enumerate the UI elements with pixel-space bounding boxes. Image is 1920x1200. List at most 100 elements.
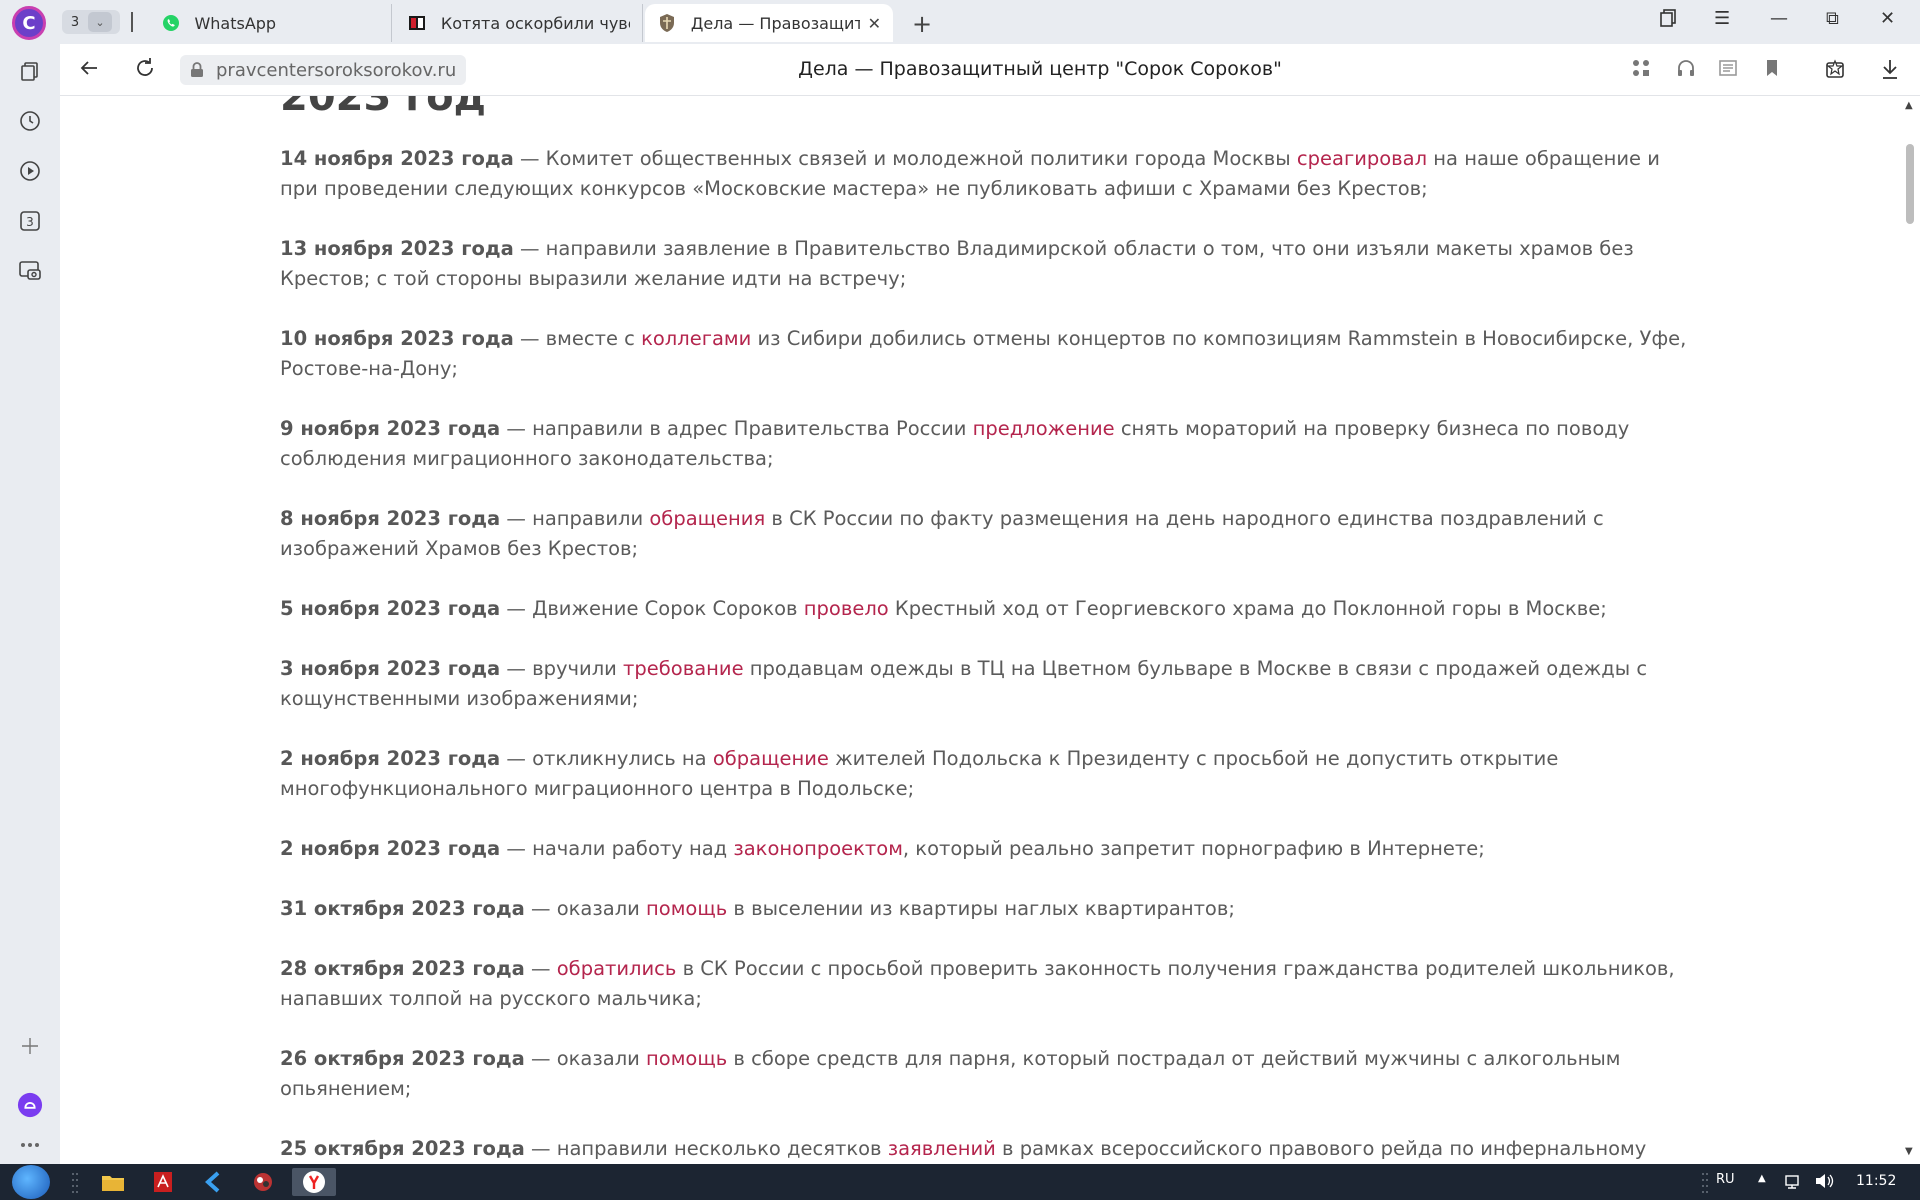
entry-date: 13 ноября 2023 года: [280, 237, 514, 260]
windows-taskbar: RU ▲ 11:52: [0, 1164, 1920, 1200]
tab-separator: [131, 12, 133, 32]
entry-date: 3 ноября 2023 года: [280, 657, 501, 680]
page-title: Дела — Правозащитный центр "Сорок Сороко…: [798, 58, 1282, 80]
entry-text: , который реально запретит порнографию в…: [902, 837, 1485, 860]
news-site-icon: [407, 13, 427, 33]
app-icon[interactable]: [248, 1168, 278, 1196]
shield-icon: [657, 13, 677, 33]
entry-text: — направили в адрес Правительства России: [500, 417, 973, 440]
grip-icon: [60, 1168, 90, 1196]
headphones-icon[interactable]: [1676, 58, 1698, 80]
entry-link[interactable]: обращения: [649, 507, 765, 530]
news-entry: 26 октября 2023 года — оказали помощь в …: [280, 1044, 1690, 1104]
entry-link[interactable]: обращение: [713, 747, 829, 770]
screenshot-icon[interactable]: [17, 258, 43, 284]
video-icon[interactable]: [17, 158, 43, 184]
tab-title: WhatsApp: [194, 13, 277, 33]
downloads-icon[interactable]: [1880, 58, 1902, 80]
scroll-up-icon[interactable]: ▲: [1905, 100, 1913, 111]
reload-icon[interactable]: [134, 57, 156, 85]
entry-link[interactable]: предложение: [973, 417, 1115, 440]
entry-date: 2 ноября 2023 года: [280, 837, 501, 860]
close-window-icon[interactable]: ✕: [1880, 8, 1895, 29]
clock[interactable]: 11:52: [1856, 1173, 1896, 1189]
close-tab-icon[interactable]: ✕: [868, 14, 881, 33]
entry-link[interactable]: коллегами: [641, 327, 751, 350]
yandex-browser-icon[interactable]: [292, 1168, 336, 1196]
news-entries: 14 ноября 2023 года — Комитет общественн…: [280, 144, 1690, 1164]
history-icon[interactable]: [17, 108, 43, 134]
year-heading: 2023 год: [280, 96, 486, 120]
entry-text: — вместе с: [513, 327, 642, 350]
url-field[interactable]: pravcentersoroksorokov.ru: [180, 55, 467, 85]
entry-date: 28 октября 2023 года: [280, 957, 525, 980]
news-entry: 9 ноября 2023 года — направили в адрес П…: [280, 414, 1690, 474]
dev-tool-icon[interactable]: [198, 1168, 228, 1196]
entry-date: 8 ноября 2023 года: [280, 507, 501, 530]
profile-avatar[interactable]: C: [12, 6, 46, 40]
translate-icon[interactable]: [1718, 58, 1740, 80]
tab-title: Дела — Правозащитный: [690, 13, 860, 33]
entry-date: 5 ноября 2023 года: [280, 597, 501, 620]
collections-icon[interactable]: [1824, 58, 1846, 80]
scroll-down-icon[interactable]: ▼: [1905, 1146, 1913, 1157]
new-tab-icon[interactable]: +: [912, 10, 932, 38]
network-icon[interactable]: [1784, 1173, 1804, 1193]
start-button[interactable]: [12, 1165, 50, 1199]
news-entry: 5 ноября 2023 года — Движение Сорок Соро…: [280, 594, 1690, 624]
reader-mode-icon[interactable]: [1631, 58, 1653, 80]
entry-link[interactable]: заявлений: [888, 1137, 996, 1160]
tray-expand-icon[interactable]: ▲: [1758, 1173, 1766, 1184]
entry-text: — направили несколько десятков: [524, 1137, 888, 1160]
restore-icon[interactable]: ⧉: [1826, 8, 1839, 29]
entry-text: — начали работу над: [500, 837, 734, 860]
language-indicator[interactable]: RU: [1716, 1172, 1735, 1187]
add-icon[interactable]: [17, 1033, 43, 1059]
tab-count-icon[interactable]: 3: [17, 208, 43, 234]
bookmark-icon[interactable]: [1762, 58, 1784, 80]
more-icon[interactable]: [17, 1132, 43, 1158]
entry-text: — направили: [500, 507, 650, 530]
entry-link[interactable]: требование: [623, 657, 744, 680]
scrollbar[interactable]: ▲ ▼: [1900, 96, 1920, 1164]
news-entry: 3 ноября 2023 года — вручили требование …: [280, 654, 1690, 714]
entry-date: 14 ноября 2023 года: [280, 147, 514, 170]
entry-text: — вручили: [500, 657, 624, 680]
menu-icon[interactable]: ☰: [1714, 8, 1730, 29]
pdf-reader-icon[interactable]: [148, 1168, 178, 1196]
entry-text: в выселении из квартиры наглых квартиран…: [727, 897, 1235, 920]
entry-date: 9 ноября 2023 года: [280, 417, 501, 440]
entry-link[interactable]: обратились: [557, 957, 677, 980]
alice-icon[interactable]: [17, 1092, 43, 1118]
chevron-down-icon[interactable]: ⌄: [88, 12, 112, 32]
entry-text: — откликнулись на: [500, 747, 713, 770]
tab-title: Котята оскорбили чувства: [440, 13, 630, 33]
entry-text: Крестный ход от Георгиевского храма до П…: [888, 597, 1607, 620]
news-entry: 13 ноября 2023 года — направили заявлени…: [280, 234, 1690, 294]
news-entry: 31 октября 2023 года — оказали помощь в …: [280, 894, 1690, 924]
tab-whatsapp[interactable]: WhatsApp: [150, 4, 392, 42]
news-entry: 28 октября 2023 года — обратились в СК Р…: [280, 954, 1690, 1014]
entry-text: —: [524, 957, 557, 980]
entry-date: 25 октября 2023 года: [280, 1137, 525, 1160]
news-entry: 10 ноября 2023 года — вместе с коллегами…: [280, 324, 1690, 384]
entry-link[interactable]: провело: [804, 597, 889, 620]
entry-link[interactable]: помощь: [646, 897, 727, 920]
scrollbar-thumb[interactable]: [1906, 144, 1914, 224]
collections-icon[interactable]: [17, 58, 43, 84]
entry-text: — Комитет общественных связей и молодежн…: [513, 147, 1297, 170]
back-icon[interactable]: [78, 57, 100, 85]
entry-link[interactable]: среагировал: [1297, 147, 1427, 170]
address-bar: pravcentersoroksorokov.ru Дела — Правоза…: [60, 44, 1920, 96]
file-explorer-icon[interactable]: [98, 1168, 128, 1196]
url-text: pravcentersoroksorokov.ru: [216, 59, 457, 81]
entry-date: 31 октября 2023 года: [280, 897, 525, 920]
tab-manager-icon[interactable]: [1658, 8, 1678, 33]
tab-kittens[interactable]: Котята оскорбили чувства: [395, 4, 643, 42]
tab-counter[interactable]: 3 ⌄: [62, 10, 120, 34]
tab-active-dela[interactable]: Дела — Правозащитный ✕: [645, 4, 893, 42]
minimize-icon[interactable]: —: [1770, 8, 1788, 29]
entry-link[interactable]: законопроектом: [733, 837, 903, 860]
volume-icon[interactable]: [1814, 1173, 1836, 1193]
entry-link[interactable]: помощь: [646, 1047, 727, 1070]
